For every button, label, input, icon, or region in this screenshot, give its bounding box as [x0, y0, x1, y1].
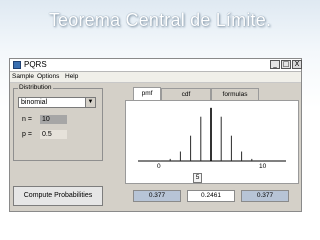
- menu-options[interactable]: Options: [37, 72, 59, 82]
- distribution-group-label: Distribution: [18, 84, 53, 92]
- distribution-select[interactable]: binomial ▼: [18, 97, 96, 108]
- close-button[interactable]: X: [292, 60, 302, 69]
- compute-probabilities-button[interactable]: Compute Probabilities: [13, 186, 103, 206]
- chevron-down-icon[interactable]: ▼: [85, 98, 95, 107]
- maximize-button[interactable]: □: [281, 60, 291, 69]
- param-n-field[interactable]: 10: [40, 115, 67, 124]
- tab-formulas[interactable]: formulas: [211, 88, 259, 100]
- result-left-tail: 0.377: [133, 190, 181, 202]
- right-panel: pmf cdf formulas 0 10 5 0.377 0.2461 0.3…: [125, 84, 299, 210]
- x-tick-label-0: 0: [157, 163, 161, 170]
- pqrs-window: PQRS _ □ X Sample Options Help Distribut…: [9, 58, 302, 212]
- tab-pmf[interactable]: pmf: [133, 87, 161, 100]
- menu-sample[interactable]: Sample: [12, 72, 34, 82]
- result-right-tail: 0.377: [241, 190, 289, 202]
- window-titlebar[interactable]: PQRS _ □ X: [10, 59, 302, 72]
- x-slider-handle[interactable]: 5: [193, 173, 202, 183]
- distribution-select-value: binomial: [21, 99, 48, 106]
- param-p-field[interactable]: 0.5: [40, 130, 67, 139]
- x-tick-label-10: 10: [259, 163, 267, 170]
- menu-help[interactable]: Help: [65, 72, 78, 82]
- param-n-label: n =: [22, 116, 32, 123]
- result-center: 0.2461: [187, 190, 235, 202]
- pmf-chart: [138, 107, 286, 162]
- tab-cdf[interactable]: cdf: [161, 88, 211, 100]
- app-icon: [13, 61, 21, 69]
- pmf-plot: 0 10 5: [125, 100, 299, 184]
- slide-title: Teorema Central de Límite.: [48, 10, 272, 30]
- menu-bar: Sample Options Help: [10, 72, 301, 83]
- window-title: PQRS: [24, 60, 47, 69]
- param-p-label: p =: [22, 131, 32, 138]
- left-panel: Distribution binomial ▼ n = 10 p = 0.5 C…: [13, 84, 126, 209]
- minimize-button[interactable]: _: [270, 60, 280, 69]
- distribution-group: Distribution binomial ▼ n = 10 p = 0.5: [13, 84, 103, 161]
